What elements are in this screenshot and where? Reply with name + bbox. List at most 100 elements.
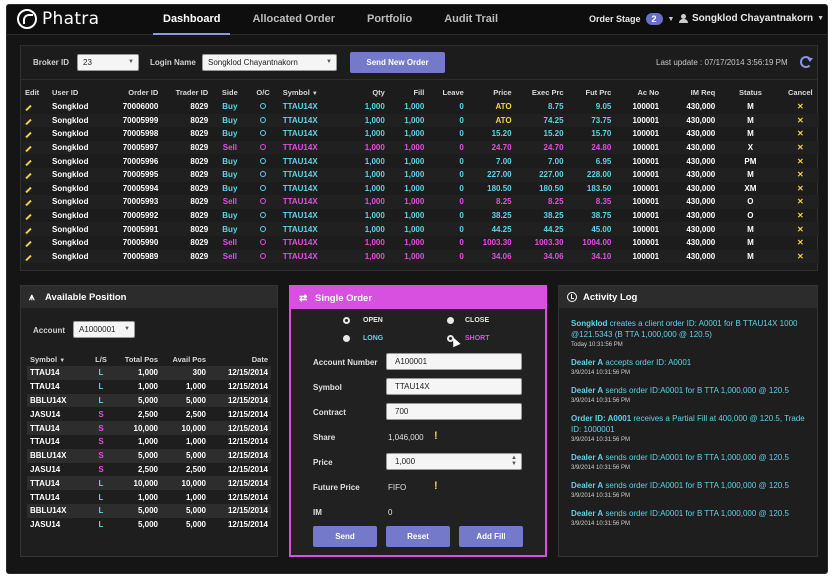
table-row[interactable]: JASU14 S 2,500 2,500 12/15/2014 <box>27 463 271 477</box>
edit-cell[interactable] <box>21 182 48 196</box>
table-row[interactable]: BBLU14X L 5,000 5,000 12/15/2014 <box>27 503 271 518</box>
cancel-cell[interactable]: ✕ <box>781 195 819 209</box>
cancel-icon[interactable]: ✕ <box>797 238 804 247</box>
tab-dashboard[interactable]: Dashboard <box>147 5 236 35</box>
add-fill-button[interactable]: Add Fill <box>459 526 523 547</box>
login-name-select[interactable]: Songklod Chayantnakorn ▼ <box>202 54 337 71</box>
table-row[interactable]: Songklod 70005990 8029 Sell TTAU14X 1,000 1,00… <box>21 236 819 250</box>
table-row[interactable]: Songklod 70005993 8029 Sell TTAU14X 1,000 1,00… <box>21 195 819 209</box>
tab-allocated-order[interactable]: Allocated Order <box>236 5 351 35</box>
user-menu[interactable]: Songklod Chayantnakorn ▼ <box>679 13 824 24</box>
cancel-cell[interactable]: ✕ <box>782 127 819 141</box>
broker-id-select[interactable]: 23 ▼ <box>77 54 139 71</box>
table-row[interactable]: Songklod 70005989 8029 Sell TTAU14X 1,000 1,00… <box>21 249 819 264</box>
table-row[interactable]: BBLU14X L 5,000 5,000 12/15/2014 <box>27 393 271 408</box>
edit-icon[interactable] <box>25 173 32 180</box>
table-row[interactable]: Songklod 70005991 8029 Buy TTAU14X 1,000 1,000… <box>21 222 819 236</box>
table-row[interactable]: BBLU14X S 5,000 5,000 12/15/2014 <box>27 448 271 463</box>
table-row[interactable]: TTAU14 L 1,000 300 12/15/2014 <box>27 366 271 380</box>
cancel-cell[interactable]: ✕ <box>782 100 819 114</box>
edit-cell[interactable] <box>21 140 49 155</box>
cancel-icon[interactable]: ✕ <box>797 184 804 193</box>
send-new-order-button[interactable]: Send New Order <box>350 52 445 73</box>
table-row[interactable]: TTAU14 L 10,000 10,000 12/15/2014 <box>27 476 271 491</box>
table-row[interactable]: Songklod 70005997 8029 Sell TTAU14X 1,000 1,00… <box>21 140 819 155</box>
table-row[interactable]: JASU14 S 2,500 2,500 12/15/2014 <box>27 407 271 421</box>
table-row[interactable]: Songklod 70005998 8029 Buy TTAU14X 1,000 1,000… <box>21 127 819 141</box>
col-symbol[interactable]: Symbol ▼ <box>279 84 343 100</box>
edit-icon[interactable] <box>25 241 32 248</box>
table-row[interactable]: JASU14 L 5,000 5,000 12/15/2014 <box>27 518 271 532</box>
cancel-icon[interactable]: ✕ <box>797 252 804 261</box>
cancel-cell[interactable]: ✕ <box>782 209 819 223</box>
table-row[interactable]: Songklod 70005992 8029 Buy TTAU14X 1,000 1,000… <box>21 209 819 223</box>
send-button[interactable]: Send <box>313 526 377 547</box>
edit-icon[interactable] <box>25 200 32 207</box>
tab-portfolio[interactable]: Portfolio <box>351 5 428 35</box>
edit-cell[interactable] <box>21 249 49 264</box>
contract-input[interactable]: 700 <box>386 403 522 420</box>
app-logo[interactable]: Phatra <box>17 9 99 29</box>
cancel-icon[interactable]: ✕ <box>797 116 804 125</box>
tab-audit-trail[interactable]: Audit Trail <box>428 5 514 35</box>
edit-icon[interactable] <box>25 227 32 234</box>
edit-cell[interactable] <box>21 167 49 182</box>
edit-icon[interactable] <box>25 118 32 126</box>
open-radio[interactable] <box>343 317 350 324</box>
close-radio[interactable] <box>447 317 454 324</box>
cancel-icon[interactable]: ✕ <box>797 157 804 166</box>
im-req-cell: 430,000 <box>663 195 720 209</box>
edit-cell[interactable] <box>21 113 49 128</box>
symbol-input[interactable]: TTAU14X <box>386 378 522 395</box>
cancel-icon[interactable]: ✕ <box>797 129 804 138</box>
col-pos-symbol[interactable]: Symbol ▼ <box>27 352 89 366</box>
table-row[interactable]: Songklod 70005995 8029 Buy TTAU14X 1,000 1,000… <box>21 167 819 182</box>
cancel-icon[interactable]: ✕ <box>797 102 804 111</box>
refresh-icon[interactable] <box>800 56 813 68</box>
edit-cell[interactable] <box>21 100 48 114</box>
edit-cell[interactable] <box>21 127 48 141</box>
table-row[interactable]: Songklod 70006000 8029 Buy TTAU14X 1,000 1,000… <box>21 100 819 114</box>
table-row[interactable]: Songklod 70005999 8029 Buy TTAU14X 1,000 1,000… <box>21 113 819 128</box>
stepper-arrows-icon[interactable]: ▲ ▼ <box>511 455 517 467</box>
table-row[interactable]: TTAU14 L 1,000 1,000 12/15/2014 <box>27 490 271 504</box>
chevron-down-icon: ▼ <box>667 15 675 23</box>
table-row[interactable]: TTAU14 S 10,000 10,000 12/15/2014 <box>27 421 271 435</box>
edit-cell[interactable] <box>21 195 49 209</box>
table-row[interactable]: TTAU14 S 1,000 1,000 12/15/2014 <box>27 435 271 449</box>
edit-icon[interactable] <box>25 145 32 153</box>
edit-cell[interactable] <box>21 222 49 236</box>
log-text: Dealer A sends order ID:A0001 for B TTA … <box>571 480 811 491</box>
table-row[interactable]: TTAU14 L 1,000 1,000 12/15/2014 <box>27 380 271 394</box>
edit-icon[interactable] <box>25 159 32 166</box>
cancel-icon[interactable]: ✕ <box>797 143 804 152</box>
cancel-cell[interactable]: ✕ <box>782 182 819 196</box>
edit-icon[interactable] <box>25 254 32 262</box>
cancel-cell[interactable]: ✕ <box>781 113 819 128</box>
account-number-input[interactable]: A100001 <box>386 353 522 370</box>
cancel-cell[interactable]: ✕ <box>781 222 819 236</box>
order-stage-menu[interactable]: Order Stage 2 ▼ <box>589 13 674 25</box>
reset-button[interactable]: Reset <box>386 526 450 547</box>
edit-cell[interactable] <box>21 154 48 168</box>
cancel-cell[interactable]: ✕ <box>781 140 819 155</box>
long-radio[interactable] <box>343 335 350 342</box>
edit-icon[interactable] <box>25 132 32 139</box>
table-row[interactable]: Songklod 70005994 8029 Buy TTAU14X 1,000 1,000… <box>21 182 819 196</box>
cancel-icon[interactable]: ✕ <box>797 197 804 206</box>
cancel-icon[interactable]: ✕ <box>797 225 804 234</box>
cancel-icon[interactable]: ✕ <box>797 170 804 179</box>
cancel-cell[interactable]: ✕ <box>782 154 819 168</box>
table-row[interactable]: Songklod 70005996 8029 Buy TTAU14X 1,000 1,000… <box>21 154 819 168</box>
edit-icon[interactable] <box>25 186 32 194</box>
edit-icon[interactable] <box>25 105 32 112</box>
edit-cell[interactable] <box>21 236 48 250</box>
cancel-cell[interactable]: ✕ <box>782 236 819 250</box>
account-select[interactable]: A1000001 ▼ <box>73 321 135 338</box>
cancel-icon[interactable]: ✕ <box>797 211 804 220</box>
cancel-cell[interactable]: ✕ <box>781 249 819 264</box>
price-stepper[interactable]: 1,000 ▲ ▼ <box>386 453 522 470</box>
edit-icon[interactable] <box>25 213 32 221</box>
cancel-cell[interactable]: ✕ <box>781 167 819 182</box>
edit-cell[interactable] <box>21 209 48 223</box>
